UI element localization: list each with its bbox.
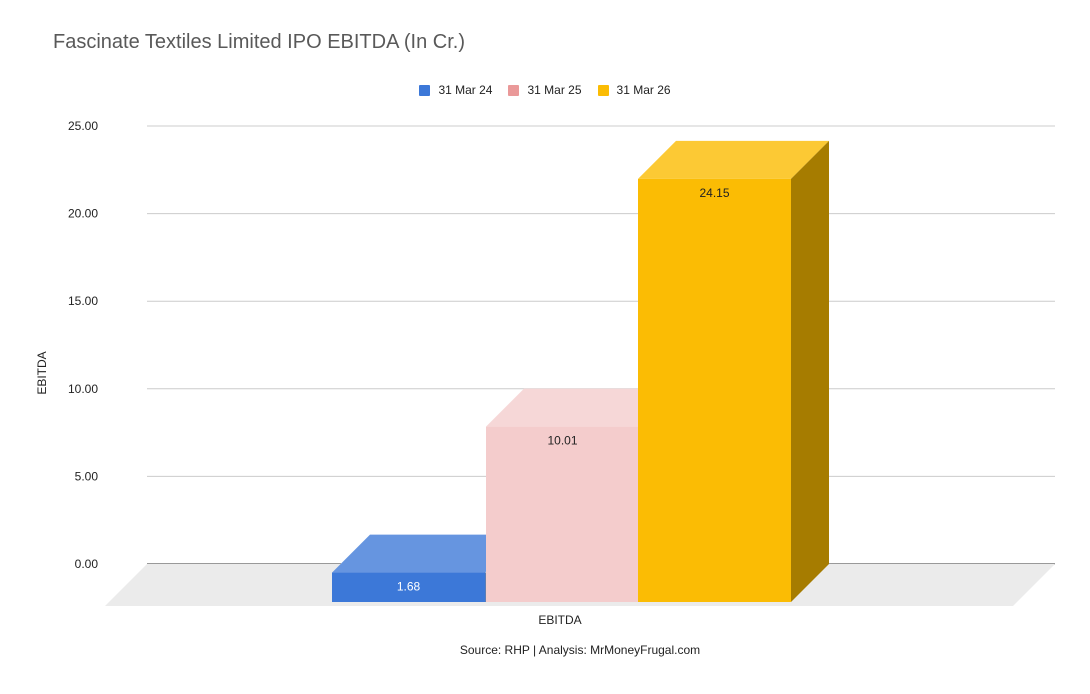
y-tick-label: 10.00 <box>68 382 98 396</box>
bar-data-label: 1.68 <box>397 580 421 594</box>
y-tick-label: 15.00 <box>68 294 98 308</box>
bar-side-face <box>791 140 829 602</box>
bars: 1.68 10.01 24.15 <box>332 140 829 602</box>
y-axis-label: EBITDA <box>35 351 49 394</box>
bar-front-face <box>638 178 791 602</box>
chart-canvas: 0.00 5.00 10.00 15.00 20.00 25.00 1.68 10.01 24… <box>35 119 1055 627</box>
y-tick-label: 5.00 <box>75 469 99 483</box>
bar-data-label: 10.01 <box>547 434 577 448</box>
x-axis-category-label: EBITDA <box>538 613 581 627</box>
bar-front-face <box>486 426 639 602</box>
y-tick-label: 25.00 <box>68 119 98 133</box>
source-note: Source: RHP | Analysis: MrMoneyFrugal.co… <box>459 643 701 657</box>
bar-31-mar-26: 24.15 <box>638 140 829 602</box>
y-tick-label: 20.00 <box>68 207 98 221</box>
y-tick-label: 0.00 <box>75 557 99 571</box>
bar-data-label: 24.15 <box>699 186 729 200</box>
